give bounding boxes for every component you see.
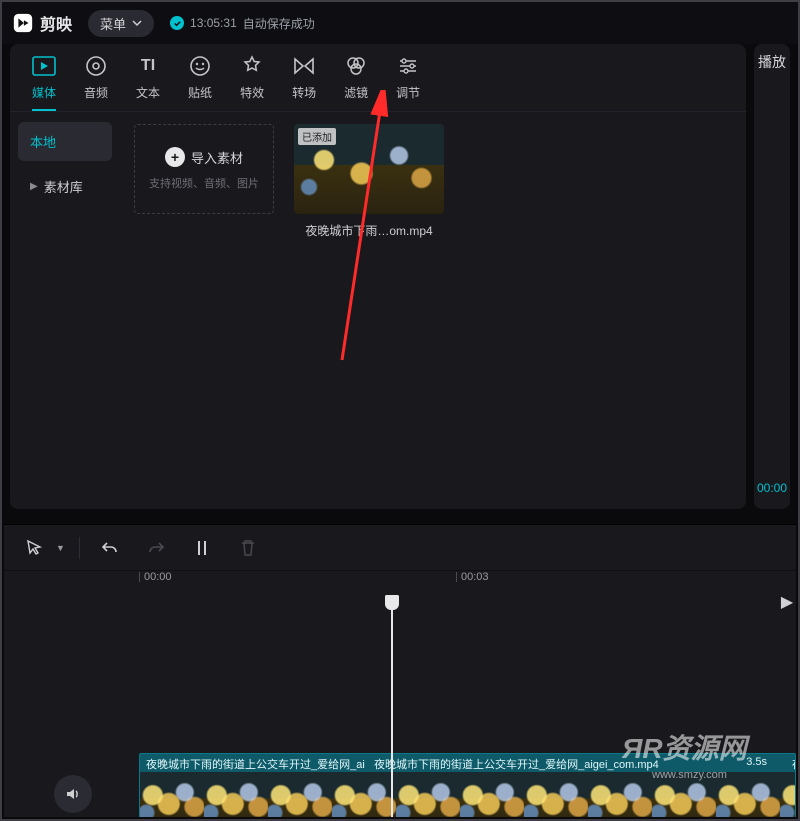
- plus-icon: +: [165, 147, 185, 167]
- tab-label: 转场: [292, 84, 316, 101]
- tab-label: 特效: [240, 84, 264, 101]
- sidebar-item-library[interactable]: ▶ 素材库: [18, 167, 112, 206]
- menu-button-label: 菜单: [100, 14, 126, 33]
- autosave-status: 13:05:31 自动保存成功: [170, 15, 315, 32]
- menu-button[interactable]: 菜单: [88, 10, 154, 37]
- pointer-tool[interactable]: [18, 532, 50, 564]
- preview-timecode: 00:00: [757, 481, 787, 495]
- tracks-area[interactable]: 夜晚城市下雨的街道上公交车开过_爱给网_ai 夜晚城市下雨的街道上公交车开过_爱…: [4, 595, 796, 817]
- preview-panel-edge: 播放 00:00: [754, 44, 790, 509]
- media-panel: 媒体 音频 TI 文本 贴纸 特效 转场: [10, 44, 746, 509]
- tab-filter[interactable]: 滤镜: [344, 54, 368, 101]
- transition-icon: [292, 54, 316, 78]
- import-subtitle: 支持视频、音频、图片: [149, 175, 259, 191]
- timeline-panel: ▼ 00:00 00:03 夜晚城市下雨的街道上公交车开过_爱给网_ai 夜晚城…: [4, 524, 796, 817]
- chevron-down-icon: [132, 18, 142, 28]
- timeline-tools: ▼: [4, 525, 796, 571]
- playhead[interactable]: [391, 595, 393, 817]
- autosave-time: 13:05:31: [190, 16, 237, 30]
- delete-button[interactable]: [232, 532, 264, 564]
- media-icon: [32, 54, 56, 78]
- undo-button[interactable]: [94, 532, 126, 564]
- sidebar-item-label: 本地: [30, 132, 56, 151]
- app-name: 剪映: [40, 11, 72, 35]
- timeline-ruler[interactable]: 00:00 00:03: [4, 571, 796, 595]
- chevron-down-icon[interactable]: ▼: [56, 543, 65, 553]
- sidebar-item-local[interactable]: 本地: [18, 122, 112, 161]
- adjust-icon: [396, 54, 420, 78]
- text-icon: TI: [136, 54, 160, 78]
- import-media-card[interactable]: + 导入素材 支持视频、音频、图片: [134, 124, 274, 214]
- redo-button[interactable]: [140, 532, 172, 564]
- chevron-right-icon: ▶: [30, 181, 38, 192]
- tab-label: 媒体: [32, 84, 56, 101]
- clip-label-1: 夜晚城市下雨的街道上公交车开过_爱给网_ai: [146, 759, 365, 771]
- tab-label: 文本: [136, 84, 160, 101]
- timeline-clip[interactable]: 夜晚城市下雨的街道上公交车开过_爱给网_ai 夜晚城市下雨的街道上公交车开过_爱…: [139, 753, 796, 817]
- filter-icon: [344, 54, 368, 78]
- clip-thumbnail: 已添加: [294, 124, 444, 214]
- tab-label: 音频: [84, 84, 108, 101]
- tab-sticker[interactable]: 贴纸: [188, 54, 212, 101]
- sidebar-item-label: 素材库: [44, 177, 83, 196]
- clip-label-2: 夜晚城市下雨的街道上公交车开过_爱给网_aigei_com.mp4: [374, 759, 659, 771]
- tab-media[interactable]: 媒体: [32, 54, 56, 101]
- track-mute-button[interactable]: [54, 775, 92, 813]
- effect-icon: [240, 54, 264, 78]
- titlebar: 剪映 菜单 13:05:31 自动保存成功: [2, 2, 798, 44]
- clip-added-badge: 已添加: [298, 128, 336, 145]
- autosave-text: 自动保存成功: [243, 15, 315, 32]
- tab-adjust[interactable]: 调节: [396, 54, 420, 101]
- sticker-icon: [188, 54, 212, 78]
- ruler-tick: 00:00: [144, 571, 172, 583]
- tab-effect[interactable]: 特效: [240, 54, 264, 101]
- import-title: 导入素材: [191, 148, 243, 167]
- media-clip[interactable]: 已添加 夜晚城市下雨…om.mp4: [294, 124, 444, 239]
- audio-icon: [84, 54, 108, 78]
- ruler-tick: 00:03: [461, 571, 489, 583]
- clip-duration: 3.5s: [746, 756, 767, 768]
- tool-tabs: 媒体 音频 TI 文本 贴纸 特效 转场: [10, 44, 746, 112]
- tab-transition[interactable]: 转场: [292, 54, 316, 101]
- video-track[interactable]: 夜晚城市下雨的街道上公交车开过_爱给网_ai 夜晚城市下雨的街道上公交车开过_爱…: [139, 753, 796, 817]
- app-logo: 剪映: [12, 11, 72, 35]
- app-logo-icon: [12, 12, 34, 34]
- split-tool[interactable]: [186, 532, 218, 564]
- tab-text[interactable]: TI 文本: [136, 54, 160, 101]
- playhead-grip[interactable]: [385, 595, 399, 610]
- tab-label: 滤镜: [344, 84, 368, 101]
- clip-frames: [140, 772, 795, 817]
- clip-label-3: 夜晚城: [792, 756, 796, 772]
- tab-audio[interactable]: 音频: [84, 54, 108, 101]
- tab-label: 贴纸: [188, 84, 212, 101]
- preview-label: 播放: [758, 52, 786, 72]
- clip-filename: 夜晚城市下雨…om.mp4: [305, 222, 432, 239]
- check-circle-icon: [170, 16, 184, 30]
- scroll-right-icon[interactable]: ▶: [778, 572, 796, 632]
- media-content: + 导入素材 支持视频、音频、图片 已添加 夜晚城市下雨…om.mp4: [120, 112, 746, 509]
- media-sidebar: 本地 ▶ 素材库: [10, 112, 120, 509]
- tab-label: 调节: [396, 84, 420, 101]
